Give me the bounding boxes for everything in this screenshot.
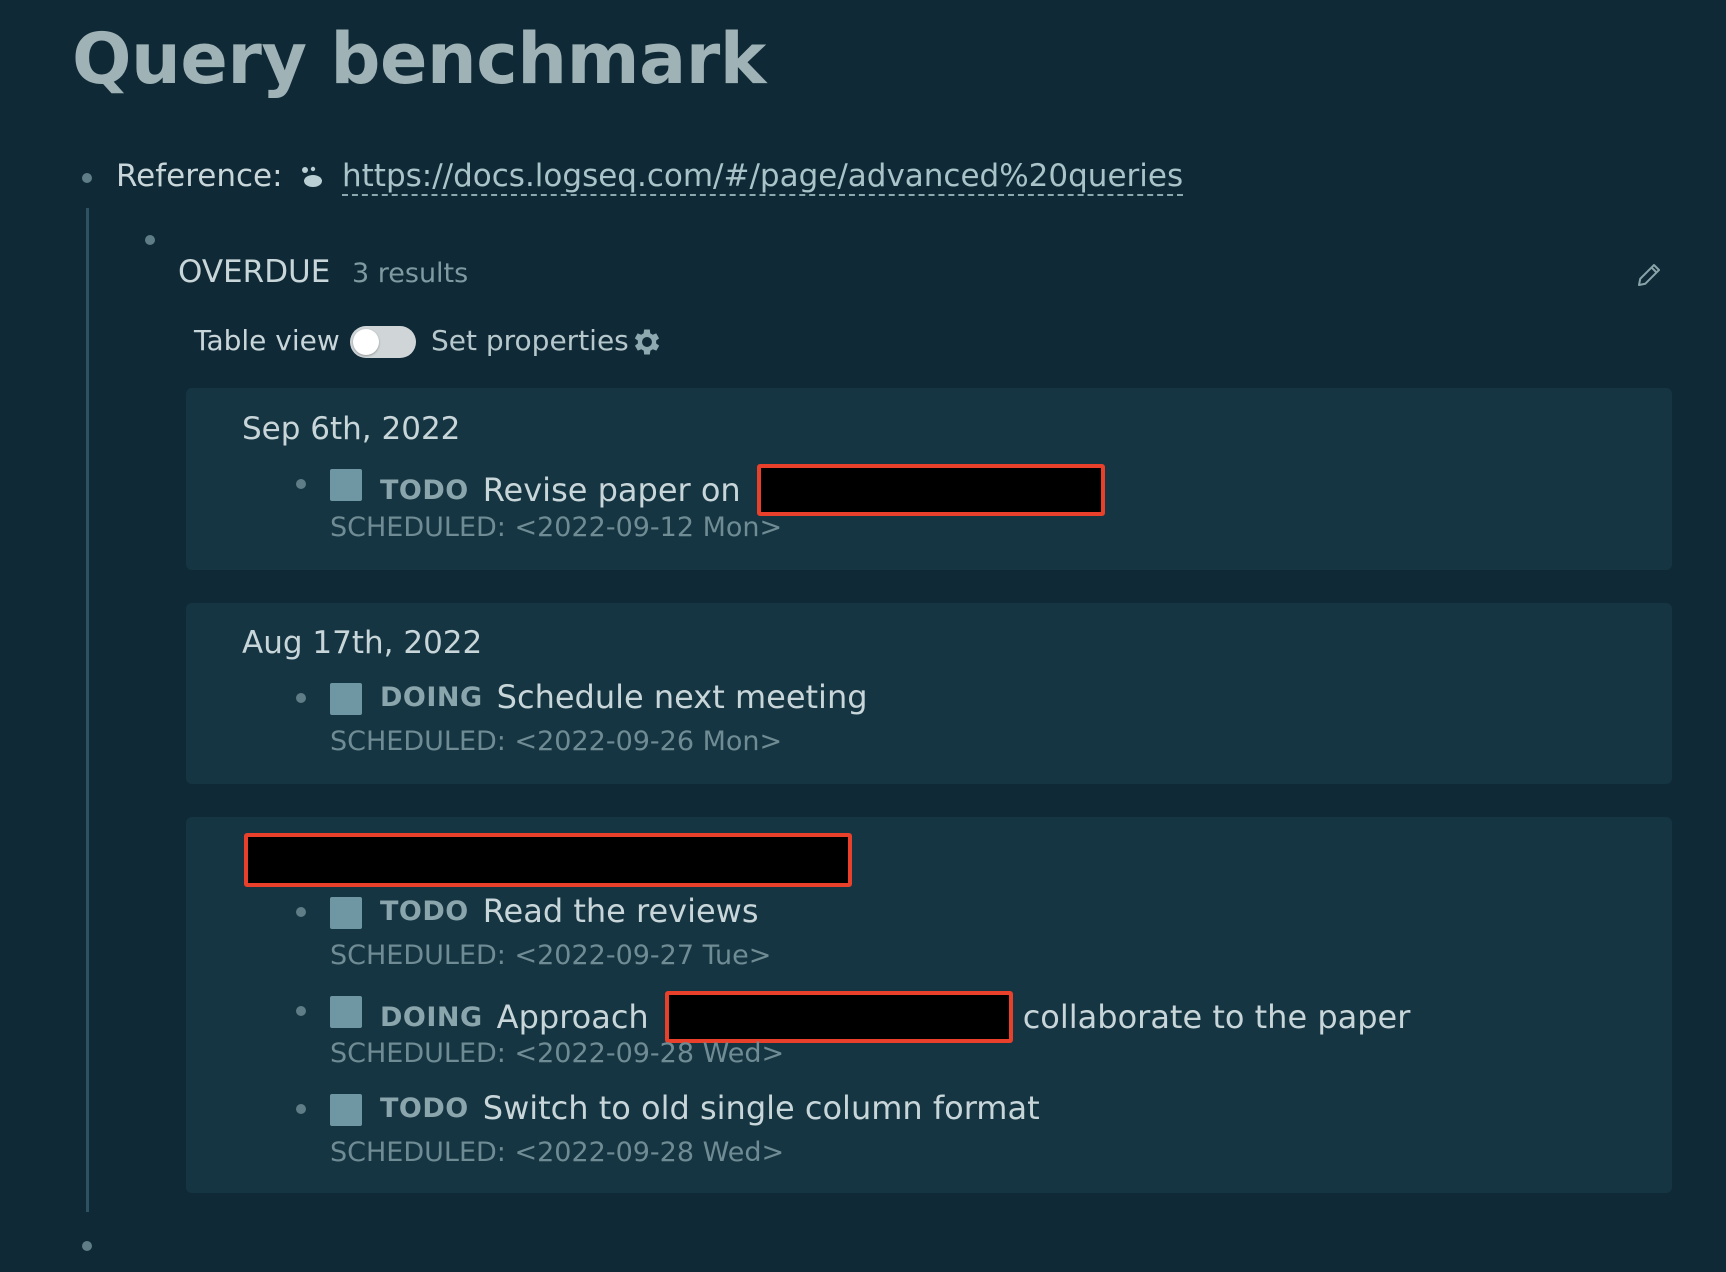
scheduled-line: SCHEDULED: <2022-09-12 Mon>: [330, 512, 782, 543]
gear-icon[interactable]: [630, 325, 664, 359]
task-bullet[interactable]: [296, 907, 306, 917]
redacted-group-title: [244, 833, 852, 887]
task-line: TODO Revise paper on: [380, 464, 1105, 516]
group-date-link[interactable]: Aug 17th, 2022: [242, 625, 482, 661]
table-view-toggle[interactable]: [350, 326, 416, 358]
scheduled-date[interactable]: <2022-09-28 Wed>: [515, 1038, 785, 1069]
scheduled-label: SCHEDULED:: [330, 512, 506, 543]
edit-query-icon[interactable]: [1634, 260, 1664, 290]
scheduled-label: SCHEDULED:: [330, 1038, 506, 1069]
scheduled-date[interactable]: <2022-09-12 Mon>: [515, 512, 783, 543]
reference-link[interactable]: https://docs.logseq.com/#/page/advanced%…: [342, 158, 1184, 196]
task-marker[interactable]: DOING: [380, 1002, 483, 1033]
task-marker[interactable]: TODO: [380, 475, 469, 506]
task-text: Switch to old single column format: [482, 1089, 1040, 1127]
children-guide-line: [86, 208, 89, 1212]
logseq-icon: [302, 166, 322, 187]
task-line: DOING Approach collaborate to the paper: [380, 991, 1410, 1043]
task-marker[interactable]: TODO: [380, 896, 469, 927]
block-bullet[interactable]: [82, 173, 92, 183]
group-date-link[interactable]: Sep 6th, 2022: [242, 411, 460, 447]
task-checkbox[interactable]: [330, 897, 362, 929]
task-text: Read the reviews: [482, 892, 759, 930]
scheduled-date[interactable]: <2022-09-27 Tue>: [515, 940, 772, 971]
task-text-after: collaborate to the paper: [1022, 998, 1411, 1036]
scheduled-line: SCHEDULED: <2022-09-28 Wed>: [330, 1038, 784, 1069]
task-bullet[interactable]: [296, 693, 306, 703]
toggle-knob: [353, 329, 379, 355]
task-bullet[interactable]: [296, 1104, 306, 1114]
scheduled-line: SCHEDULED: <2022-09-28 Wed>: [330, 1137, 784, 1168]
query-result-count: 3 results: [352, 258, 469, 289]
scheduled-label: SCHEDULED:: [330, 726, 506, 757]
task-checkbox[interactable]: [330, 469, 362, 501]
query-title: OVERDUE: [178, 254, 331, 290]
reference-label: Reference:: [116, 158, 283, 194]
scheduled-line: SCHEDULED: <2022-09-26 Mon>: [330, 726, 782, 757]
task-marker[interactable]: DOING: [380, 682, 483, 713]
task-text: Schedule next meeting: [496, 678, 868, 716]
task-text: Approach: [496, 998, 649, 1036]
query-block-bullet[interactable]: [145, 235, 155, 245]
scheduled-date[interactable]: <2022-09-28 Wed>: [515, 1137, 785, 1168]
task-line: DOING Schedule next meeting: [380, 678, 868, 716]
task-text: Revise paper on: [482, 471, 741, 509]
scheduled-label: SCHEDULED:: [330, 940, 506, 971]
redacted-text: [664, 991, 1013, 1043]
table-view-label: Table view: [194, 324, 340, 357]
set-properties-label[interactable]: Set properties: [431, 324, 629, 357]
scheduled-label: SCHEDULED:: [330, 1137, 506, 1168]
empty-block-bullet[interactable]: [82, 1241, 92, 1251]
task-line: TODO Read the reviews: [380, 892, 759, 930]
task-bullet[interactable]: [296, 479, 306, 489]
scheduled-date[interactable]: <2022-09-26 Mon>: [515, 726, 783, 757]
task-bullet[interactable]: [296, 1006, 306, 1016]
task-checkbox[interactable]: [330, 1094, 362, 1126]
task-marker[interactable]: TODO: [380, 1093, 469, 1124]
task-line: TODO Switch to old single column format: [380, 1089, 1040, 1127]
task-checkbox[interactable]: [330, 683, 362, 715]
scheduled-line: SCHEDULED: <2022-09-27 Tue>: [330, 940, 771, 971]
page-title: Query benchmark: [72, 18, 766, 100]
redacted-text: [756, 464, 1105, 516]
task-checkbox[interactable]: [330, 996, 362, 1028]
